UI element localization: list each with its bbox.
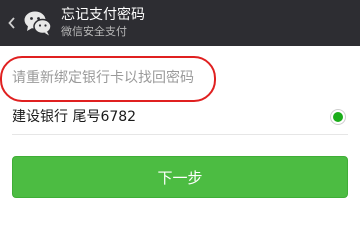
bank-card-label: 建设银行 尾号6782 <box>12 109 137 125</box>
wechat-logo-icon <box>23 8 53 38</box>
next-step-button[interactable]: 下一步 <box>12 156 348 198</box>
title-bar: 忘记支付密码 微信安全支付 <box>0 0 360 46</box>
prompt-area: 请重新绑定银行卡以找回密码 <box>0 56 216 102</box>
page-title: 忘记支付密码 <box>61 7 145 23</box>
bank-card-option[interactable]: 建设银行 尾号6782 <box>12 100 348 135</box>
prompt-text: 请重新绑定银行卡以找回密码 <box>12 70 194 86</box>
back-button[interactable] <box>2 0 22 46</box>
radio-button[interactable] <box>330 109 346 125</box>
chevron-left-icon <box>8 17 15 29</box>
forgot-payment-password-screen: 忘记支付密码 微信安全支付 请重新绑定银行卡以找回密码 建设银行 尾号6782 … <box>0 0 360 240</box>
title-group: 忘记支付密码 微信安全支付 <box>61 7 145 39</box>
radio-selected-dot <box>333 112 343 122</box>
page-subtitle: 微信安全支付 <box>61 25 127 38</box>
